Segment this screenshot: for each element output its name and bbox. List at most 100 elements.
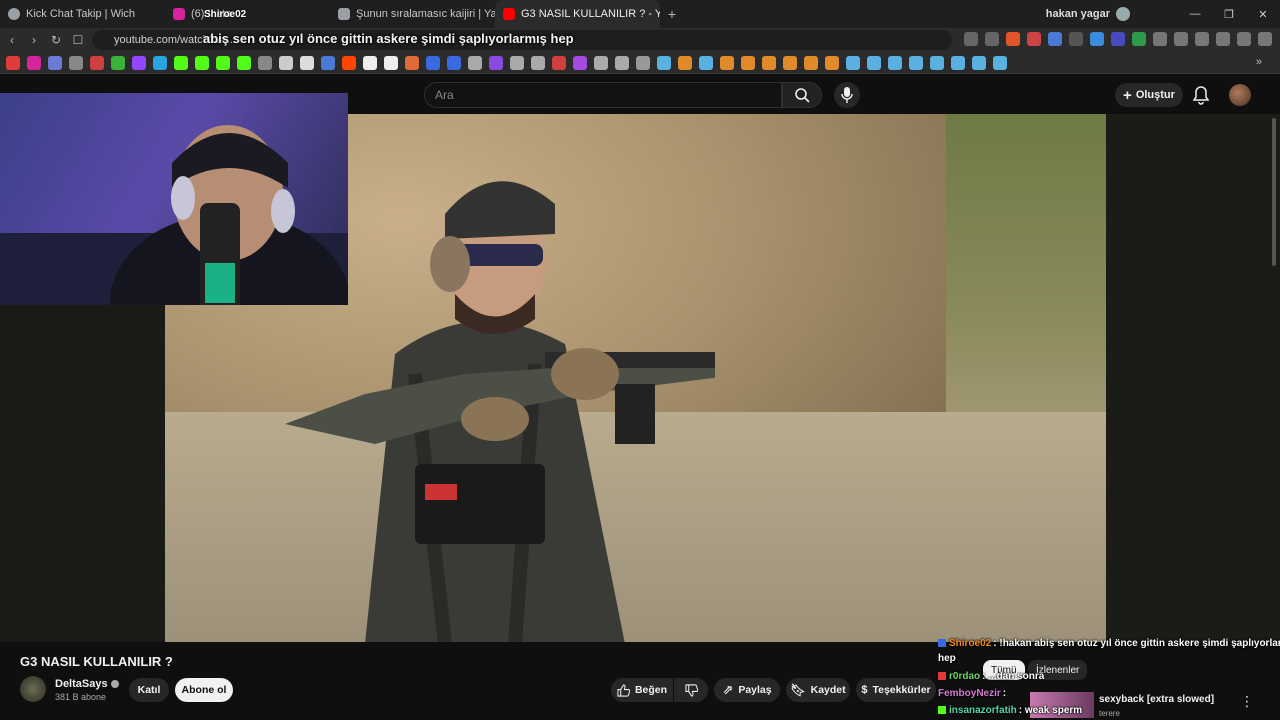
voice-search-button[interactable]: [834, 82, 860, 108]
chat-message: Shiroe02: !hakan abiş sen otuz yıl önce …: [938, 638, 1280, 649]
subscribe-button[interactable]: Abone ol: [175, 678, 233, 702]
bookmark-item[interactable]: [111, 55, 125, 70]
puzzle-icon[interactable]: [1174, 32, 1188, 46]
bookmark-icon[interactable]: ☐: [68, 33, 88, 47]
bookmark-item[interactable]: [132, 55, 146, 70]
search-input[interactable]: Ara: [424, 82, 782, 108]
extension-icon[interactable]: [964, 32, 978, 46]
restore-button[interactable]: ❐: [1212, 0, 1246, 28]
brave-shield-icon[interactable]: [1006, 32, 1020, 46]
bookmark-item[interactable]: [888, 55, 902, 70]
thanks-label: Teşekkürler: [872, 684, 931, 696]
bookmark-item[interactable]: [804, 55, 818, 70]
bookmark-item[interactable]: [741, 55, 755, 70]
extension-icon[interactable]: [1069, 32, 1083, 46]
media-icon[interactable]: [1237, 32, 1251, 46]
bookmark-item[interactable]: [342, 55, 356, 70]
video-title: G3 NASIL KULLANILIR ?: [20, 654, 173, 669]
search-button[interactable]: [782, 82, 822, 108]
bookmark-item[interactable]: [405, 55, 419, 70]
bookmark-item[interactable]: [27, 55, 41, 70]
like-button[interactable]: Beğen: [611, 678, 673, 702]
channel-name[interactable]: DeltaSays: [55, 678, 119, 690]
reload-icon[interactable]: ↻: [46, 33, 66, 47]
bookmark-item[interactable]: [153, 55, 167, 70]
bookmark-item[interactable]: [489, 55, 503, 70]
bookmark-item[interactable]: [321, 55, 335, 70]
notifications-bell-icon[interactable]: [1192, 85, 1210, 105]
tab-kick-chat[interactable]: Kick Chat Takip | Wich: [0, 0, 165, 28]
bookmark-item[interactable]: [300, 55, 314, 70]
extension-icon[interactable]: [1153, 32, 1167, 46]
sidebar-icon[interactable]: [1195, 32, 1209, 46]
bookmark-item[interactable]: [615, 55, 629, 70]
back-icon[interactable]: ‹: [2, 33, 22, 47]
extension-icon[interactable]: [1027, 32, 1041, 46]
bookmark-item[interactable]: [699, 55, 713, 70]
bookmark-item[interactable]: [867, 55, 881, 70]
bookmark-item[interactable]: [363, 55, 377, 70]
minimize-button[interactable]: —: [1178, 0, 1212, 28]
more-options-icon[interactable]: ⋮: [1240, 693, 1254, 710]
profile-button[interactable]: hakan yagar: [1046, 7, 1130, 21]
extension-icon[interactable]: [1090, 32, 1104, 46]
extension-icon[interactable]: [1132, 32, 1146, 46]
bookmarks-overflow-icon[interactable]: »: [1256, 56, 1262, 68]
bookmark-item[interactable]: [762, 55, 776, 70]
bookmark-item[interactable]: [972, 55, 986, 70]
bookmark-item[interactable]: [573, 55, 587, 70]
share-icon[interactable]: [985, 32, 999, 46]
video-scene-rocks: [946, 114, 1106, 444]
tab-youtube-active[interactable]: G3 NASIL KULLANILIR ? - You ✕: [495, 0, 660, 28]
bookmark-item[interactable]: [930, 55, 944, 70]
bookmark-item[interactable]: [237, 55, 251, 70]
bookmark-item[interactable]: [279, 55, 293, 70]
bookmark-item[interactable]: [993, 55, 1007, 70]
bookmark-item[interactable]: [468, 55, 482, 70]
bookmark-item[interactable]: [90, 55, 104, 70]
bookmark-item[interactable]: [594, 55, 608, 70]
menu-icon[interactable]: [1258, 32, 1272, 46]
page-scrollbar[interactable]: [1272, 118, 1276, 266]
recommended-title[interactable]: sexyback [extra slowed]: [1099, 694, 1214, 705]
bookmark-item[interactable]: [783, 55, 797, 70]
tab-instagram[interactable]: (6) Insta: [165, 0, 330, 28]
account-avatar[interactable]: [1229, 84, 1251, 106]
chat-message-continued: hep: [938, 653, 956, 664]
bookmark-item[interactable]: [195, 55, 209, 70]
share-button[interactable]: ⇗ Paylaş: [714, 678, 780, 702]
bookmark-item[interactable]: [720, 55, 734, 70]
download-icon[interactable]: [1216, 32, 1230, 46]
bookmark-item[interactable]: [174, 55, 188, 70]
bookmark-item[interactable]: [216, 55, 230, 70]
folder-icon[interactable]: [636, 55, 650, 70]
bookmark-item[interactable]: [531, 55, 545, 70]
bookmark-item[interactable]: [657, 55, 671, 70]
bookmark-item[interactable]: [69, 55, 83, 70]
save-button[interactable]: 🔖︎ Kaydet: [786, 678, 850, 702]
new-tab-button[interactable]: +: [660, 6, 684, 22]
forward-icon[interactable]: ›: [24, 33, 44, 47]
join-button[interactable]: Katıl: [129, 678, 169, 702]
bookmark-item[interactable]: [552, 55, 566, 70]
bookmark-item[interactable]: [258, 55, 272, 70]
bookmark-item[interactable]: [510, 55, 524, 70]
extension-icon[interactable]: [1048, 32, 1062, 46]
bookmark-item[interactable]: [447, 55, 461, 70]
bookmark-item[interactable]: [678, 55, 692, 70]
tab-siralama[interactable]: Şunun sıralamasıc kaijiri | Yayınımı güç: [330, 0, 495, 28]
create-button[interactable]: + Oluştur: [1115, 83, 1183, 107]
extension-icon[interactable]: [1111, 32, 1125, 46]
channel-avatar[interactable]: [20, 676, 46, 702]
thanks-button[interactable]: $ Teşekkürler: [856, 678, 936, 702]
bookmark-item[interactable]: [48, 55, 62, 70]
bookmark-item[interactable]: [909, 55, 923, 70]
bookmark-item[interactable]: [846, 55, 860, 70]
bookmark-item[interactable]: [384, 55, 398, 70]
bookmark-item[interactable]: [6, 55, 20, 70]
dislike-button[interactable]: [674, 678, 708, 702]
bookmark-item[interactable]: [825, 55, 839, 70]
bookmark-item[interactable]: [951, 55, 965, 70]
window-close-button[interactable]: ✕: [1246, 0, 1280, 28]
bookmark-item[interactable]: [426, 55, 440, 70]
